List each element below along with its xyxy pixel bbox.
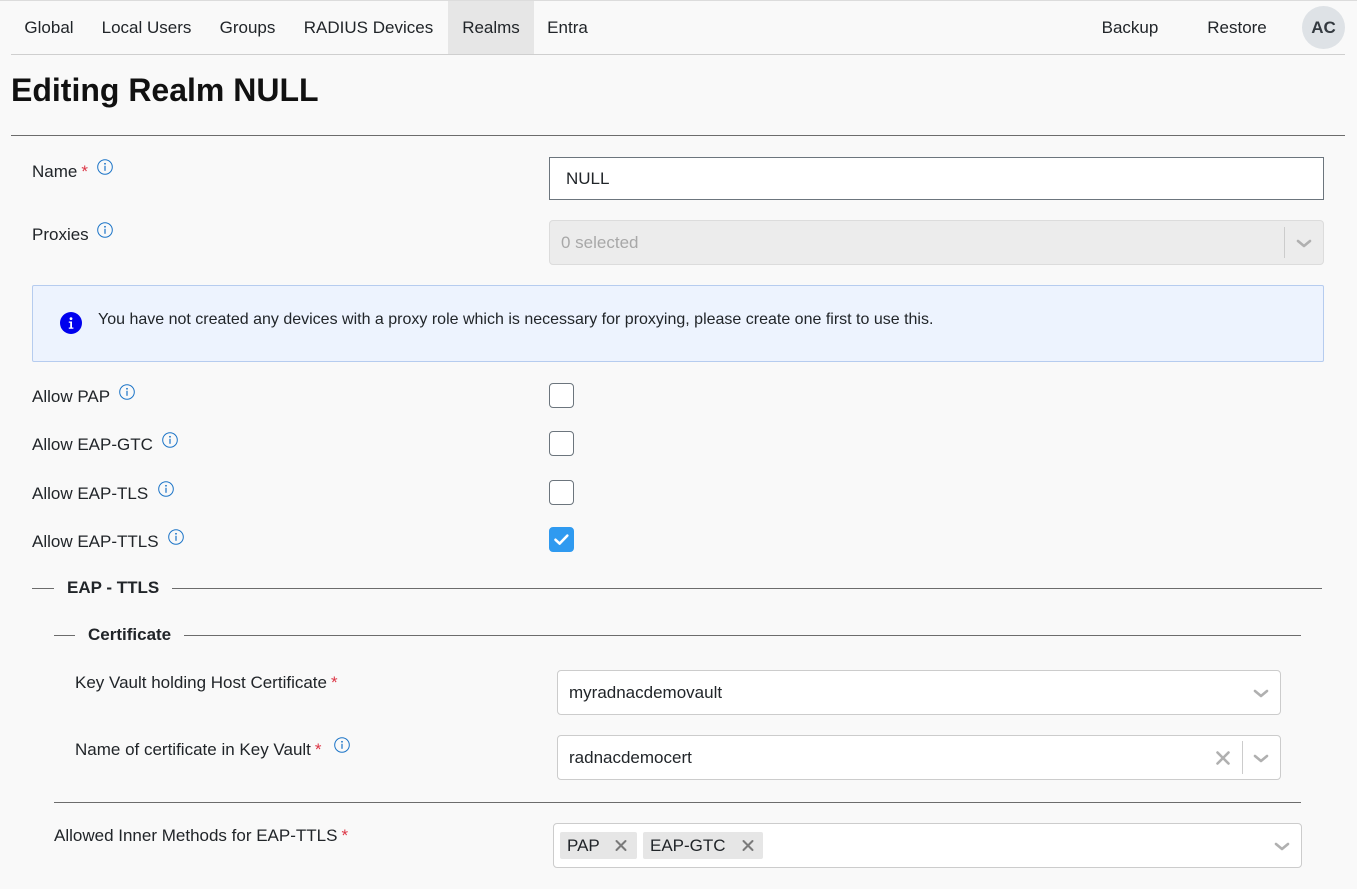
allow-eap-gtc-label: Allow EAP-GTC bbox=[32, 435, 153, 454]
tag-label: EAP-GTC bbox=[650, 836, 726, 855]
nav-item-entra[interactable]: Entra bbox=[534, 1, 601, 54]
chevron-down-icon[interactable] bbox=[1251, 748, 1271, 768]
select-separator bbox=[1242, 741, 1243, 774]
info-icon[interactable] bbox=[119, 384, 135, 400]
selected-tag: EAP-GTC bbox=[643, 832, 763, 859]
chevron-down-icon[interactable] bbox=[1294, 233, 1314, 253]
restore-button[interactable]: Restore bbox=[1191, 1, 1283, 54]
name-label: Name * bbox=[32, 162, 88, 181]
selected-tag: PAP bbox=[560, 832, 637, 859]
clear-icon[interactable] bbox=[1213, 748, 1233, 768]
cert-name-select[interactable]: radnacdemocert bbox=[557, 735, 1281, 780]
page-title: Editing Realm NULL bbox=[11, 72, 319, 108]
required-mark: * bbox=[81, 162, 88, 181]
required-mark: * bbox=[330, 673, 338, 692]
backup-button[interactable]: Backup bbox=[1088, 1, 1172, 54]
nav-item-radius-devices[interactable]: RADIUS Devices bbox=[289, 1, 448, 54]
avatar[interactable]: AC bbox=[1302, 6, 1345, 49]
remove-tag-icon[interactable] bbox=[613, 832, 629, 859]
key-vault-label: Key Vault holding Host Certificate * bbox=[75, 673, 338, 692]
required-mark: * bbox=[341, 826, 349, 845]
info-icon[interactable] bbox=[97, 159, 113, 175]
info-icon[interactable] bbox=[168, 529, 184, 545]
info-circle-icon bbox=[60, 312, 82, 334]
eap-ttls-fieldset-line bbox=[32, 588, 1322, 589]
allow-eap-tls-checkbox[interactable] bbox=[549, 480, 574, 505]
allow-eap-tls-label: Allow EAP-TLS bbox=[32, 484, 149, 503]
chevron-down-icon[interactable] bbox=[1251, 683, 1271, 703]
inner-methods-multiselect[interactable]: PAP EAP-GTC bbox=[553, 823, 1302, 868]
top-navbar: Global Local Users Groups RADIUS Devices… bbox=[11, 1, 1345, 55]
proxies-label: Proxies bbox=[32, 225, 89, 244]
inner-methods-label: Allowed Inner Methods for EAP-TTLS * bbox=[54, 826, 349, 845]
cert-name-label: Name of certificate in Key Vault * bbox=[75, 740, 322, 759]
cert-name-value: radnacdemocert bbox=[569, 748, 692, 767]
key-vault-value: myradnacdemovault bbox=[569, 683, 723, 702]
key-vault-select[interactable]: myradnacdemovault bbox=[557, 670, 1281, 715]
nav-item-groups[interactable]: Groups bbox=[206, 1, 289, 54]
info-icon[interactable] bbox=[97, 222, 113, 238]
chevron-down-icon[interactable] bbox=[1272, 836, 1292, 856]
allow-eap-ttls-label: Allow EAP-TTLS bbox=[32, 532, 159, 551]
tag-label: PAP bbox=[567, 836, 600, 855]
select-separator bbox=[1284, 227, 1285, 258]
nav-item-local-users[interactable]: Local Users bbox=[87, 1, 206, 54]
allow-eap-gtc-checkbox[interactable] bbox=[549, 431, 574, 456]
alert-message: You have not created any devices with a … bbox=[98, 311, 934, 328]
nav-item-realms[interactable]: Realms bbox=[448, 1, 534, 54]
proxies-select[interactable]: 0 selected bbox=[549, 220, 1324, 265]
allow-pap-label: Allow PAP bbox=[32, 387, 111, 406]
certificate-fieldset-bottom-line bbox=[54, 802, 1301, 803]
info-icon[interactable] bbox=[334, 737, 350, 753]
checkmark-icon bbox=[554, 534, 569, 545]
name-input[interactable]: NULL bbox=[549, 157, 1324, 200]
info-icon[interactable] bbox=[162, 432, 178, 448]
certificate-legend: Certificate bbox=[75, 625, 185, 645]
info-icon[interactable] bbox=[158, 481, 174, 497]
remove-tag-icon[interactable] bbox=[740, 832, 756, 859]
eap-ttls-legend: EAP - TTLS bbox=[54, 578, 173, 598]
required-mark: * bbox=[314, 740, 322, 759]
certificate-fieldset-top-line bbox=[54, 635, 1301, 636]
allow-eap-ttls-checkbox[interactable] bbox=[549, 527, 574, 552]
nav-item-global[interactable]: Global bbox=[11, 1, 87, 54]
title-divider bbox=[11, 135, 1345, 136]
proxies-placeholder: 0 selected bbox=[561, 233, 639, 252]
proxy-info-alert: You have not created any devices with a … bbox=[32, 285, 1324, 362]
allow-pap-checkbox[interactable] bbox=[549, 383, 574, 408]
